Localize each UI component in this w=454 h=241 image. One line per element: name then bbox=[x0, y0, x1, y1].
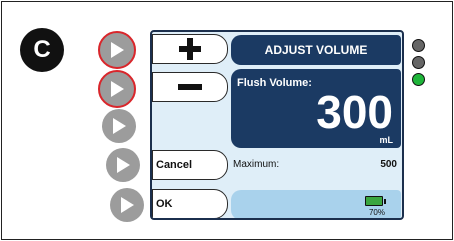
volume-value: 300 bbox=[316, 86, 393, 138]
minus-button[interactable] bbox=[152, 72, 228, 102]
screen-title: ADJUST VOLUME bbox=[231, 35, 401, 65]
play-arrow-icon bbox=[121, 197, 134, 213]
maximum-value: 500 bbox=[380, 159, 397, 170]
cancel-label: Cancel bbox=[156, 159, 193, 171]
maximum-label: Maximum: bbox=[233, 159, 280, 170]
battery-icon bbox=[365, 196, 386, 206]
maximum-row: Maximum: 500 bbox=[231, 156, 401, 172]
cancel-button[interactable]: Cancel bbox=[152, 150, 228, 180]
soft-key-3[interactable] bbox=[102, 109, 136, 143]
plus-button[interactable] bbox=[152, 34, 228, 64]
play-arrow-icon bbox=[111, 42, 124, 58]
soft-key-plus[interactable] bbox=[98, 31, 136, 69]
status-panel: 70% bbox=[231, 190, 401, 218]
soft-key-cancel[interactable] bbox=[106, 148, 140, 182]
volume-label: Flush Volume: bbox=[237, 77, 312, 89]
device-screen: Cancel OK ADJUST VOLUME Flush Volume: 30… bbox=[150, 30, 404, 220]
minus-icon bbox=[178, 84, 202, 90]
volume-unit: mL bbox=[379, 135, 394, 145]
play-arrow-icon bbox=[113, 118, 126, 134]
ok-button[interactable]: OK bbox=[152, 189, 228, 218]
plus-icon bbox=[179, 38, 201, 60]
status-led-3 bbox=[412, 73, 425, 86]
ok-label: OK bbox=[156, 198, 173, 210]
soft-key-ok[interactable] bbox=[110, 188, 144, 222]
soft-key-minus[interactable] bbox=[98, 70, 136, 108]
play-arrow-icon bbox=[111, 81, 124, 97]
volume-panel: Flush Volume: 300 mL bbox=[231, 69, 401, 148]
status-led-2 bbox=[412, 56, 425, 69]
status-led-1 bbox=[412, 39, 425, 52]
step-badge: C bbox=[20, 28, 64, 72]
play-arrow-icon bbox=[117, 157, 130, 173]
battery-percent: 70% bbox=[368, 208, 385, 217]
